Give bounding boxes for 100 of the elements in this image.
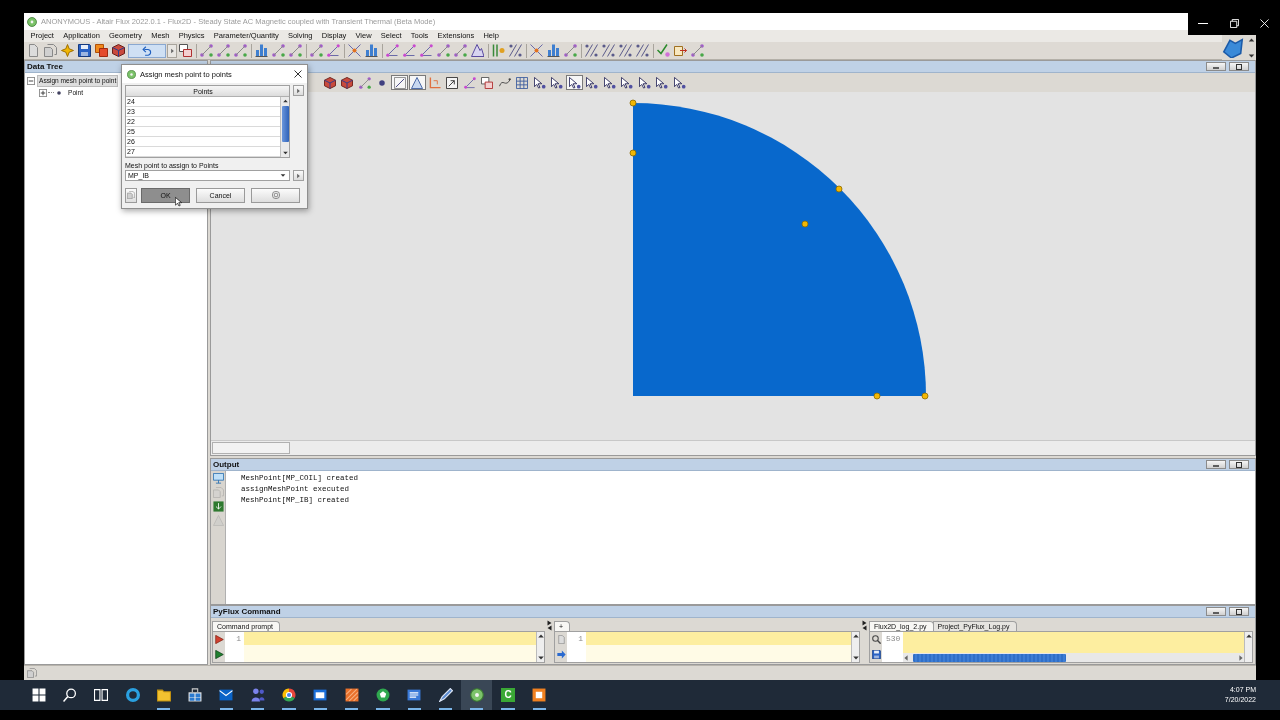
splitter-arrows-icon[interactable] — [862, 620, 867, 631]
diagonal-box-icon — [393, 76, 406, 89]
caret-down-icon — [280, 173, 286, 178]
points-icon[interactable] — [564, 44, 577, 57]
caret-down-icon[interactable] — [282, 150, 288, 156]
point-marker-icon[interactable] — [629, 99, 637, 107]
stacked-squares-icon[interactable] — [95, 44, 108, 57]
toolbar-button[interactable] — [443, 75, 461, 90]
toolbar-button[interactable] — [671, 75, 688, 90]
minimize-button[interactable] — [1206, 460, 1226, 469]
scroll-thumb[interactable] — [913, 653, 1067, 662]
points-icon[interactable] — [272, 44, 285, 57]
angle-icon[interactable] — [327, 44, 340, 57]
maximize-button[interactable] — [1229, 607, 1249, 616]
circle-icon — [271, 191, 280, 199]
points-icon[interactable] — [454, 44, 467, 57]
minimize-icon — [1213, 612, 1219, 614]
icon-button[interactable] — [125, 187, 137, 203]
monitor-icon[interactable] — [212, 473, 224, 484]
close-icon — [1260, 19, 1270, 28]
box-arrow-icon[interactable] — [674, 44, 687, 57]
arrow-button[interactable] — [293, 170, 304, 181]
angle-icon[interactable] — [420, 44, 433, 57]
point-marker-icon[interactable] — [835, 185, 843, 193]
toolbar-button[interactable] — [531, 75, 548, 90]
page-icon[interactable] — [27, 44, 40, 57]
scroll-thumb[interactable] — [281, 106, 289, 142]
line-number: 530 — [886, 634, 901, 644]
points-icon[interactable] — [437, 44, 450, 57]
undo-dropdown[interactable] — [128, 43, 166, 58]
arrow-button[interactable] — [293, 85, 304, 96]
block-logo-icon — [1222, 37, 1244, 58]
points-icon[interactable] — [691, 44, 704, 57]
search-icon — [62, 688, 77, 702]
bar-chart-icon[interactable] — [547, 44, 560, 57]
maximize-button[interactable] — [1229, 460, 1249, 469]
cube-icon[interactable] — [112, 44, 125, 57]
close-button[interactable] — [294, 70, 302, 78]
crossed-lines-icon[interactable] — [348, 44, 361, 57]
point-marker-icon[interactable] — [921, 392, 929, 400]
mouse-pointer-icon — [175, 195, 184, 208]
slash-dots-icon[interactable] — [619, 44, 632, 57]
dot-icon — [57, 90, 61, 95]
toolbar-button[interactable] — [513, 75, 531, 90]
pointer-icon — [603, 76, 616, 89]
point-marker-icon[interactable] — [801, 220, 809, 228]
caret-up-icon[interactable] — [1245, 633, 1252, 639]
toolbar-button[interactable] — [391, 75, 408, 90]
pointer-icon — [656, 76, 668, 89]
folder-icon — [156, 688, 171, 702]
minimize-button[interactable] — [1206, 607, 1226, 616]
ring-icon — [125, 688, 140, 702]
crossed-lines-icon[interactable] — [530, 44, 543, 57]
caret-button[interactable] — [167, 43, 177, 58]
overlapping-windows-icon[interactable] — [179, 44, 192, 57]
peak-icon[interactable] — [471, 44, 484, 57]
scroll-thumb[interactable] — [212, 442, 290, 454]
slash-dots-icon[interactable] — [602, 44, 615, 57]
slash-dots-icon[interactable] — [636, 44, 649, 57]
maximize-button[interactable] — [1229, 62, 1249, 71]
points-icon[interactable] — [310, 44, 323, 57]
toolbar-button[interactable] — [566, 75, 583, 90]
icon-button[interactable] — [251, 187, 300, 203]
collapse-icon[interactable] — [27, 76, 35, 85]
bar-chart-icon[interactable] — [365, 44, 378, 57]
expand-icon[interactable] — [39, 88, 47, 97]
pages-icon[interactable] — [44, 44, 57, 57]
point-marker-icon[interactable] — [629, 149, 637, 157]
minimize-button[interactable] — [1206, 62, 1226, 71]
point-marker-icon[interactable] — [873, 392, 881, 400]
slash-dots-icon[interactable] — [585, 44, 598, 57]
search-icon[interactable] — [871, 635, 881, 644]
toolbar-button[interactable] — [408, 75, 426, 90]
code-editor-field[interactable] — [903, 632, 1244, 653]
sparkle-icon[interactable] — [61, 44, 74, 57]
toolbar-button[interactable] — [338, 75, 356, 90]
points-icon[interactable] — [234, 44, 247, 57]
slash-dots-icon[interactable] — [509, 44, 522, 57]
points-icon[interactable] — [289, 44, 302, 57]
mail-icon — [219, 688, 234, 702]
toolbar-button[interactable] — [601, 75, 618, 90]
disc-icon — [127, 69, 136, 79]
angle-icon[interactable] — [386, 44, 399, 57]
disc-icon — [27, 16, 37, 27]
panel-title: Output — [212, 460, 240, 469]
toolbar-button[interactable] — [636, 75, 653, 90]
check-icon[interactable] — [657, 44, 670, 57]
toolbar-button[interactable] — [321, 75, 338, 90]
splitter-arrows-icon[interactable] — [547, 620, 552, 631]
window-icon — [313, 688, 328, 702]
pointer-icon — [586, 76, 598, 89]
points-icon[interactable] — [200, 44, 213, 57]
parallel-lines-icon[interactable] — [492, 44, 505, 57]
points-icon[interactable] — [217, 44, 230, 57]
arrow-down-icon[interactable] — [212, 501, 224, 512]
taskbar-app-button[interactable] — [461, 680, 493, 710]
bar-chart-icon[interactable] — [255, 44, 268, 57]
angle-icon[interactable] — [403, 44, 416, 57]
toolbar-button[interactable] — [478, 75, 496, 90]
angle-icon — [463, 76, 476, 89]
